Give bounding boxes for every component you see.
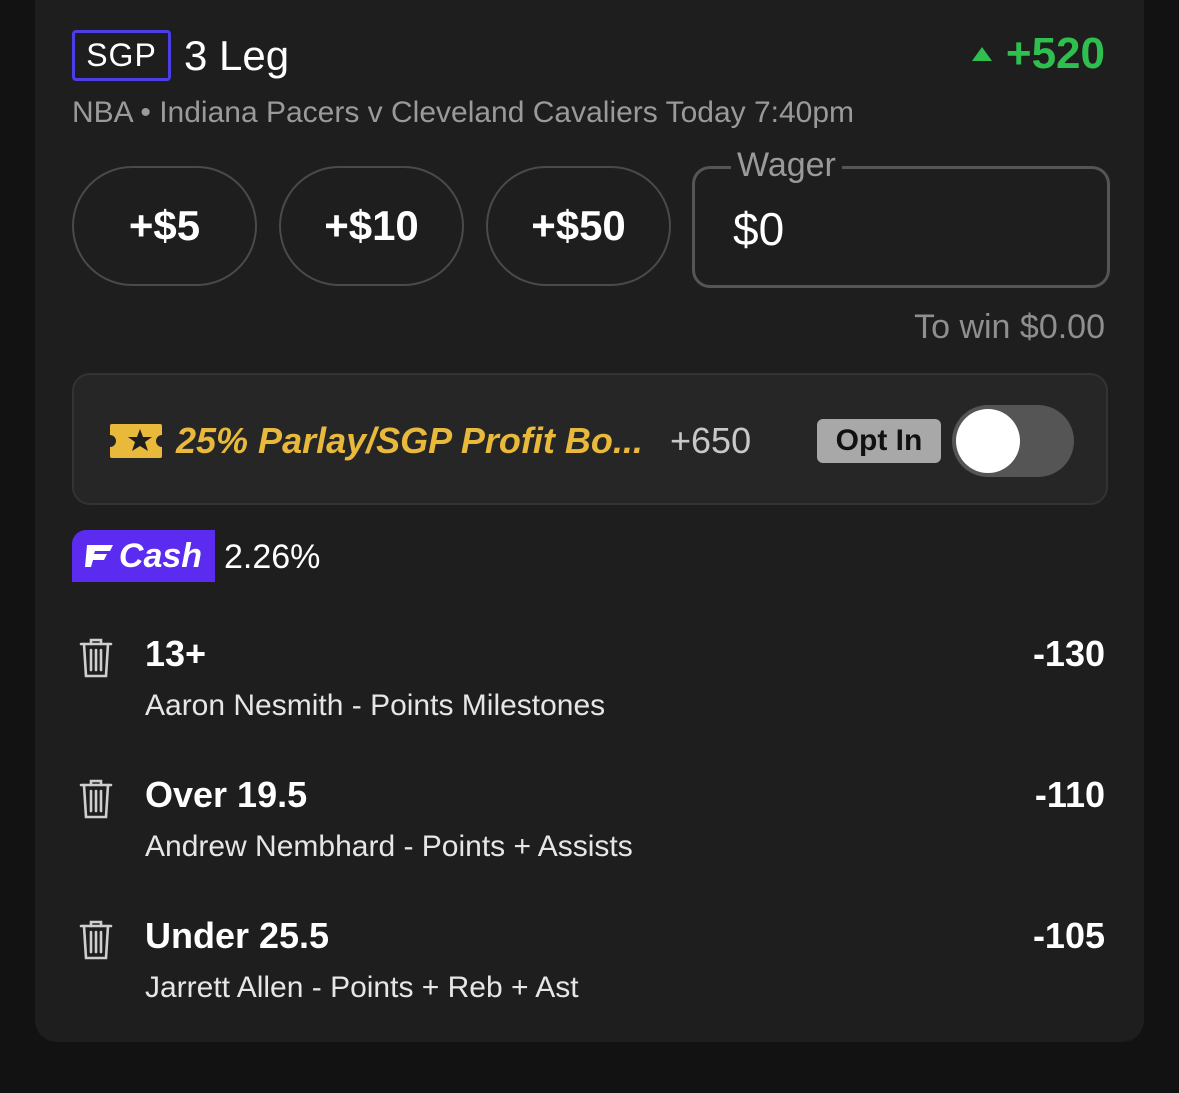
trash-icon[interactable] [78,919,114,961]
cash-badge-label: Cash [118,536,203,575]
event-subtitle: NBA • Indiana Pacers v Cleveland Cavalie… [72,96,855,129]
trash-icon[interactable] [78,778,114,820]
fanduel-cash-badge: Cash [72,530,215,582]
opt-in-label: Opt In [817,419,941,463]
total-odds: +520 [971,28,1105,80]
sgp-badge-label: SGP [86,37,157,73]
to-win-text: To win $0.00 [914,308,1105,346]
boost-label: 25% Parlay/SGP Profit Bo... [176,420,643,461]
leg-odds: -130 [1032,633,1105,674]
wager-value: $0 [733,203,785,255]
profit-boost-panel: 25% Parlay/SGP Profit Bo... +650 Opt In [72,373,1108,505]
wager-input[interactable]: Wager $0 [692,145,1110,288]
legs-title: 3 Leg [184,32,290,79]
leg-odds: -105 [1032,915,1105,956]
bet-slip-card [35,0,1144,1042]
leg-description: Aaron Nesmith - Points Milestones [145,689,606,722]
trash-icon[interactable] [78,637,114,679]
leg-description: Jarrett Allen - Points + Reb + Ast [145,971,579,1004]
quick-add-10-button[interactable]: +$10 [279,166,464,286]
boost-odds: +650 [670,420,752,461]
toggle-knob [956,409,1020,473]
leg-selection: 13+ [145,633,207,674]
leg-description: Andrew Nembhard - Points + Assists [145,830,633,863]
wager-label: Wager [731,145,842,185]
boost-toggle[interactable] [952,405,1074,477]
total-odds-value: +520 [1005,29,1105,78]
leg-odds: -110 [1034,774,1105,815]
cash-percent: 2.26% [224,538,321,576]
boost-ticket-icon [110,424,162,458]
quick-add-50-button[interactable]: +$50 [486,166,671,286]
fanduel-logo-icon [84,545,113,567]
leg-selection: Over 19.5 [145,774,308,815]
leg-selection: Under 25.5 [145,915,330,956]
quick-add-5-button[interactable]: +$5 [72,166,257,286]
sgp-badge: SGP [72,30,171,81]
odds-up-arrow-icon [971,47,992,61]
